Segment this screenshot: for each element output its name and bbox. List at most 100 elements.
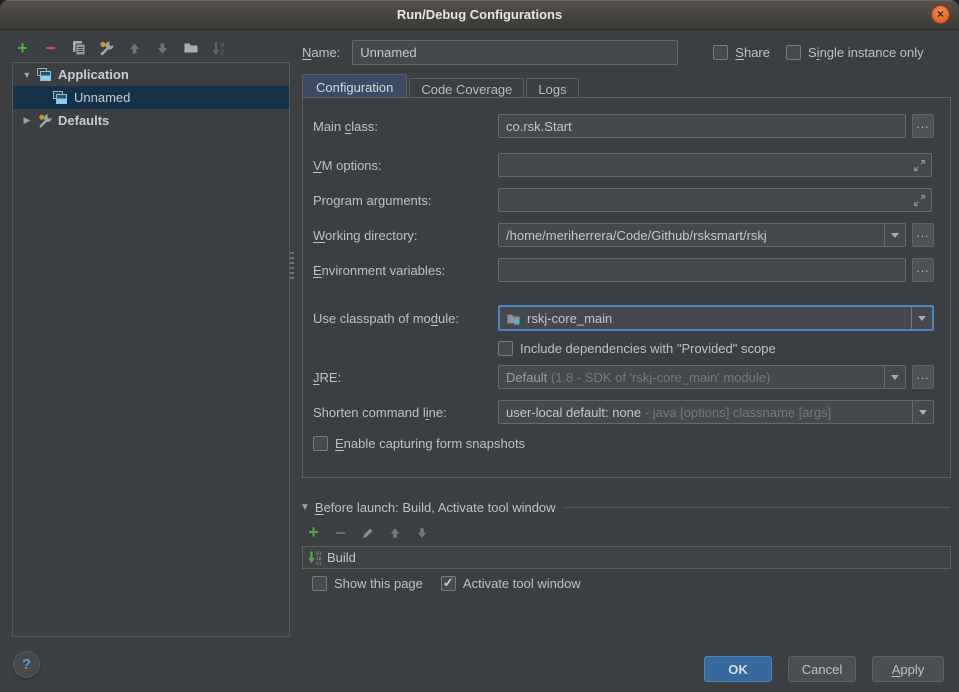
close-icon[interactable]: × [931,5,950,24]
move-up-button[interactable] [126,40,143,57]
shorten-command-line-combobox[interactable]: user-local default: none - java [options… [498,400,934,424]
edit-defaults-button[interactable] [98,40,115,57]
before-launch-add-button[interactable]: + [305,524,322,541]
vm-options-field[interactable] [498,153,932,177]
working-directory-row: Working directory: /home/meriherrera/Cod… [313,223,934,247]
arrow-up-icon [127,41,142,56]
copy-configuration-button[interactable] [70,40,87,57]
jre-browse-button[interactable]: ... [912,365,934,389]
add-configuration-button[interactable]: + [14,40,31,57]
before-launch-options-row: Show this page Activate tool window [312,576,581,591]
environment-variables-field[interactable] [498,258,906,282]
name-label: Name: [302,45,340,60]
cancel-button[interactable]: Cancel [788,656,856,682]
create-folder-button[interactable] [182,40,199,57]
chevron-down-icon [918,316,926,321]
before-launch-edit-button[interactable] [359,524,376,541]
separator-line [565,507,950,508]
use-classpath-combobox[interactable]: rskj-core_main [498,305,934,331]
name-input[interactable] [352,40,678,65]
include-dependencies-checkbox[interactable] [498,341,513,356]
svg-text:01: 01 [316,561,322,566]
single-instance-checkbox-group[interactable]: Single instance only [786,45,924,60]
jre-row: JRE: Default (1.8 - SDK of 'rskj-core_ma… [313,365,934,389]
defaults-wrench-icon [37,113,53,129]
remove-configuration-button[interactable]: − [42,40,59,57]
show-this-page-checkbox[interactable] [312,576,327,591]
expand-field-icon[interactable] [913,194,926,207]
shorten-command-line-dropdown-button[interactable] [912,401,933,423]
copy-icon [71,40,87,56]
dialog-buttons: OK Cancel Apply [0,656,944,682]
tree-item-unnamed[interactable]: Unnamed [13,86,289,109]
chevron-down-icon [891,375,899,380]
working-directory-browse-button[interactable]: ... [912,223,934,247]
chevron-down-icon [919,410,927,415]
main-class-row: Main class: co.rsk.Start ... [313,114,934,138]
sort-az-icon: az [211,40,227,56]
before-launch-remove-button[interactable]: − [332,524,349,541]
plus-icon: + [308,525,319,540]
jre-dropdown-button[interactable] [884,366,905,388]
collapse-arrow-icon[interactable]: ▼ [300,502,310,513]
single-instance-label: Single instance only [808,45,924,60]
run-debug-configurations-dialog: Run/Debug Configurations × + − az ▼ Appl… [0,0,959,692]
use-classpath-row: Use classpath of module: rskj-core_main [313,305,934,331]
activate-tool-window-label: Activate tool window [463,576,581,591]
dialog-title: Run/Debug Configurations [397,7,562,22]
shorten-command-line-row: Shorten command line: user-local default… [313,400,934,424]
program-arguments-field[interactable] [498,188,932,212]
jre-label: JRE: [313,370,498,385]
working-directory-dropdown-button[interactable] [884,224,905,246]
wrench-icon [98,40,115,57]
include-dependencies-label: Include dependencies with "Provided" sco… [520,341,776,356]
title-bar[interactable]: Run/Debug Configurations × [0,0,959,30]
main-class-browse-button[interactable]: ... [912,114,934,138]
application-icon [37,68,53,82]
before-launch-move-up-button[interactable] [386,524,403,541]
module-icon [506,311,521,326]
vm-options-input[interactable] [506,154,913,176]
panel-splitter-handle[interactable] [290,252,294,282]
tree-item-application[interactable]: ▼ Application [13,63,289,86]
arrow-up-icon [388,526,402,540]
before-launch-toolbar: + − [305,524,430,541]
ok-button[interactable]: OK [704,656,772,682]
use-classpath-dropdown-button[interactable] [911,307,932,329]
enable-capturing-label: Enable capturing form snapshots [335,436,525,451]
expand-field-icon[interactable] [913,159,926,172]
jre-combobox[interactable]: Default (1.8 - SDK of 'rskj-core_main' m… [498,365,906,389]
apply-button[interactable]: Apply [872,656,944,682]
vm-options-label: VM options: [313,158,498,173]
program-arguments-input[interactable] [506,189,913,211]
include-dependencies-row: Include dependencies with "Provided" sco… [313,341,934,356]
share-checkbox-group[interactable]: Share [713,45,770,60]
plus-icon: + [17,41,28,56]
tree-item-defaults[interactable]: ▶ Defaults [13,109,289,132]
arrow-down-icon [415,526,429,540]
working-directory-combobox[interactable]: /home/meriherrera/Code/Github/rsksmart/r… [498,223,906,247]
minus-icon: − [45,41,56,55]
environment-variables-browse-button[interactable]: ... [912,258,934,282]
show-this-page-checkbox-group[interactable]: Show this page [312,576,423,591]
sort-configurations-button[interactable]: az [210,40,227,57]
activate-tool-window-checkbox-group[interactable]: Activate tool window [441,576,581,591]
build-task-item[interactable]: Build [327,550,356,565]
share-label: Share [735,45,770,60]
main-class-label: Main class: [313,119,498,134]
before-launch-header: ▼ Before launch: Build, Activate tool wi… [300,500,950,515]
collapsed-arrow-icon[interactable]: ▶ [21,115,33,126]
main-class-field[interactable]: co.rsk.Start [498,114,906,138]
single-instance-checkbox[interactable] [786,45,801,60]
enable-capturing-row: Enable capturing form snapshots [313,436,934,451]
include-dependencies-checkbox-group[interactable]: Include dependencies with "Provided" sco… [498,341,776,356]
enable-capturing-checkbox[interactable] [313,436,328,451]
expanded-arrow-icon[interactable]: ▼ [21,70,33,80]
environment-variables-input[interactable] [506,259,905,281]
move-down-button[interactable] [154,40,171,57]
enable-capturing-checkbox-group[interactable]: Enable capturing form snapshots [313,436,525,451]
working-directory-label: Working directory: [313,228,498,243]
share-checkbox[interactable] [713,45,728,60]
activate-tool-window-checkbox[interactable] [441,576,456,591]
before-launch-move-down-button[interactable] [413,524,430,541]
